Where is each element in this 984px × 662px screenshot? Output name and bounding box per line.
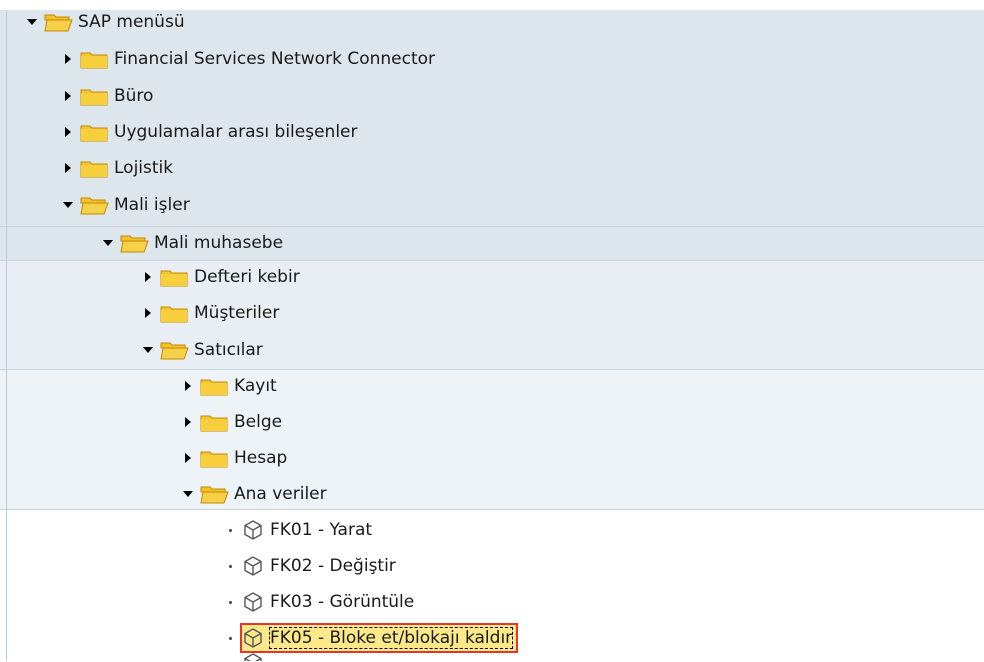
expand-toggle[interactable] [56, 117, 80, 147]
leaf-bullet [218, 623, 242, 653]
tree-node-mali-muhasebe[interactable]: Mali muhasebe [96, 228, 284, 258]
tree-node-label: Belge [234, 412, 283, 432]
folder-closed-icon [80, 158, 109, 178]
tree-node-label: Hesap [234, 448, 288, 468]
expand-toggle[interactable] [176, 371, 200, 401]
folder-open-icon [44, 12, 73, 32]
tree-node-hesap[interactable]: Hesap [176, 443, 288, 473]
cube-icon [242, 591, 264, 613]
folder-open-icon [200, 484, 229, 504]
tree-node-lojistik[interactable]: Lojistik [56, 153, 174, 183]
folder-open-icon [120, 233, 149, 253]
expand-toggle[interactable] [136, 262, 160, 292]
tree-node-label: Lojistik [114, 158, 174, 178]
tree-node-partial [242, 652, 269, 661]
folder-closed-icon [80, 122, 109, 142]
tree-node-label: Uygulamalar arası bileşenler [114, 122, 358, 142]
expand-toggle[interactable] [56, 153, 80, 183]
leaf-bullet [218, 515, 242, 545]
tree-node-kayit[interactable]: Kayıt [176, 371, 278, 401]
expand-toggle[interactable] [176, 479, 200, 509]
folder-closed-icon [80, 86, 109, 106]
tree-node-label: FK05 - Bloke et/blokajı kaldır [269, 627, 514, 649]
tree-node-label: FK01 - Yarat [270, 520, 373, 540]
tree-node-label: Müşteriler [194, 303, 280, 323]
tree-node-label: Mali muhasebe [154, 233, 284, 253]
tree-node-label: FK03 - Görüntüle [270, 592, 415, 612]
tree-node-label: FK02 - Değiştir [270, 556, 396, 576]
tree-node-fk05[interactable]: FK05 - Bloke et/blokajı kaldır [218, 623, 517, 653]
tree-node-label: Kayıt [234, 376, 277, 396]
tree-node-label: SAP menüsü [78, 12, 185, 32]
tree-node-belge[interactable]: Belge [176, 407, 283, 437]
selected-node-highlight[interactable]: FK05 - Bloke et/blokajı kaldır [242, 625, 517, 651]
tree-node-fk01[interactable]: FK01 - Yarat [218, 515, 373, 545]
tree-node-musteriler[interactable]: Müşteriler [136, 298, 280, 328]
leaf-bullet [218, 587, 242, 617]
folder-closed-icon [80, 49, 109, 69]
expand-toggle[interactable] [176, 443, 200, 473]
tree-node-mali-isler[interactable]: Mali işler [56, 190, 191, 220]
folder-closed-icon [160, 303, 189, 323]
folder-open-icon [80, 195, 109, 215]
cube-icon [242, 555, 264, 577]
tree-node-fsn-connector[interactable]: Financial Services Network Connector [56, 44, 436, 74]
tree-node-ana-veriler[interactable]: Ana veriler [176, 479, 328, 509]
tree-node-label: Satıcılar [194, 340, 263, 360]
tree-node-defteri-kebir[interactable]: Defteri kebir [136, 262, 301, 292]
cube-icon [242, 652, 264, 661]
cube-icon [242, 627, 264, 649]
expand-toggle[interactable] [56, 190, 80, 220]
folder-closed-icon [200, 376, 229, 396]
tree-node-buro[interactable]: Büro [56, 81, 154, 111]
tree-node-sap-menu[interactable]: SAP menüsü [20, 7, 186, 37]
tree-node-label: Defteri kebir [194, 267, 300, 287]
folder-open-icon [160, 340, 189, 360]
tree-node-cross-app[interactable]: Uygulamalar arası bileşenler [56, 117, 359, 147]
expand-toggle[interactable] [20, 7, 44, 37]
leaf-bullet [218, 551, 242, 581]
cube-icon [242, 519, 264, 541]
expand-toggle[interactable] [56, 44, 80, 74]
tree-node-label: Ana veriler [234, 484, 327, 504]
expand-toggle[interactable] [56, 81, 80, 111]
folder-closed-icon [200, 412, 229, 432]
tree-node-saticilar[interactable]: Satıcılar [136, 335, 264, 365]
folder-closed-icon [200, 448, 229, 468]
folder-closed-icon [160, 267, 189, 287]
expand-toggle[interactable] [96, 228, 120, 258]
tree-node-fk03[interactable]: FK03 - Görüntüle [218, 587, 415, 617]
expand-toggle[interactable] [136, 298, 160, 328]
tree-node-label: Mali işler [114, 195, 190, 215]
expand-toggle[interactable] [136, 335, 160, 365]
expand-toggle[interactable] [176, 407, 200, 437]
tree-node-fk02[interactable]: FK02 - Değiştir [218, 551, 397, 581]
tree-node-label: Financial Services Network Connector [114, 49, 435, 69]
tree-node-label: Büro [114, 86, 154, 106]
